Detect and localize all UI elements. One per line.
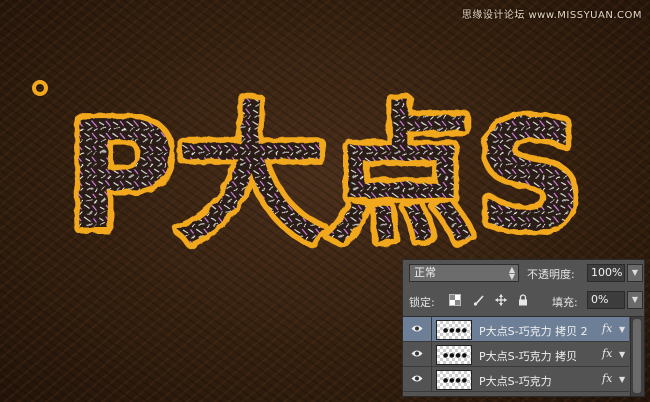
eye-icon [411,325,423,332]
blend-row: 正常 ▲ ▼ 不透明度: 100% ▼ [409,264,643,284]
eye-icon [411,375,423,382]
layers-scrollbar[interactable] [630,317,644,396]
chevron-down-icon[interactable]: ▼ [619,375,625,384]
layer-thumbnail: ●●●● [436,370,472,390]
lock-row: 锁定: 填充: 0% ▼ [409,291,643,311]
artwork-droplet [32,80,48,96]
lock-transparent-pixels-icon[interactable] [449,294,461,306]
blend-mode-value: 正常 [414,266,436,279]
layer-name: P大点S-巧克力 拷贝 [479,350,578,363]
opacity-label: 不透明度: [527,268,575,281]
chevron-down-icon: ▼ [631,295,639,304]
visibility-toggle[interactable] [403,317,432,341]
opacity-dropdown-button[interactable]: ▼ [627,264,643,282]
select-arrows-icon: ▲ ▼ [508,265,515,281]
layer-row[interactable]: ●●●● P大点S-巧克力 fx ▼ [403,367,629,392]
layer-name: P大点S-巧克力 拷贝 2 [479,325,588,338]
fx-icon[interactable]: fx [602,322,612,335]
layer-list: ●●●● P大点S-巧克力 拷贝 2 fx ▼ ●●●● P大点S-巧克力 拷贝… [403,317,629,392]
artwork-text: P大点S [66,90,584,264]
layer-row[interactable]: ●●●● P大点S-巧克力 拷贝 fx ▼ [403,342,629,367]
lock-all-icon[interactable] [517,294,529,306]
lock-image-pixels-icon[interactable] [473,294,485,306]
layers-panel: 正常 ▲ ▼ 不透明度: 100% ▼ 锁定: 填充: 0% ▼ ●●●● P大… [402,259,645,397]
chevron-down-icon[interactable]: ▼ [619,350,625,359]
fx-icon[interactable]: fx [602,372,612,385]
fill-dropdown-button[interactable]: ▼ [627,291,643,309]
layer-row[interactable]: ●●●● P大点S-巧克力 拷贝 2 fx ▼ [403,317,629,342]
chevron-down-icon: ▼ [631,268,639,277]
lock-position-icon[interactable] [495,294,507,306]
layer-thumbnail: ●●●● [436,345,472,365]
visibility-toggle[interactable] [403,367,432,391]
layer-name: P大点S-巧克力 [479,375,552,388]
chevron-down-icon[interactable]: ▼ [619,325,625,334]
blend-mode-select[interactable]: 正常 ▲ ▼ [409,264,519,282]
eye-icon [411,350,423,357]
opacity-input[interactable]: 100% [587,264,625,282]
fill-input[interactable]: 0% [587,291,625,309]
visibility-toggle[interactable] [403,342,432,366]
scrollbar-thumb[interactable] [633,319,641,393]
layer-thumbnail: ●●●● [436,320,472,340]
lock-label: 锁定: [409,296,435,309]
fill-label: 填充: [552,296,578,309]
fx-icon[interactable]: fx [602,347,612,360]
